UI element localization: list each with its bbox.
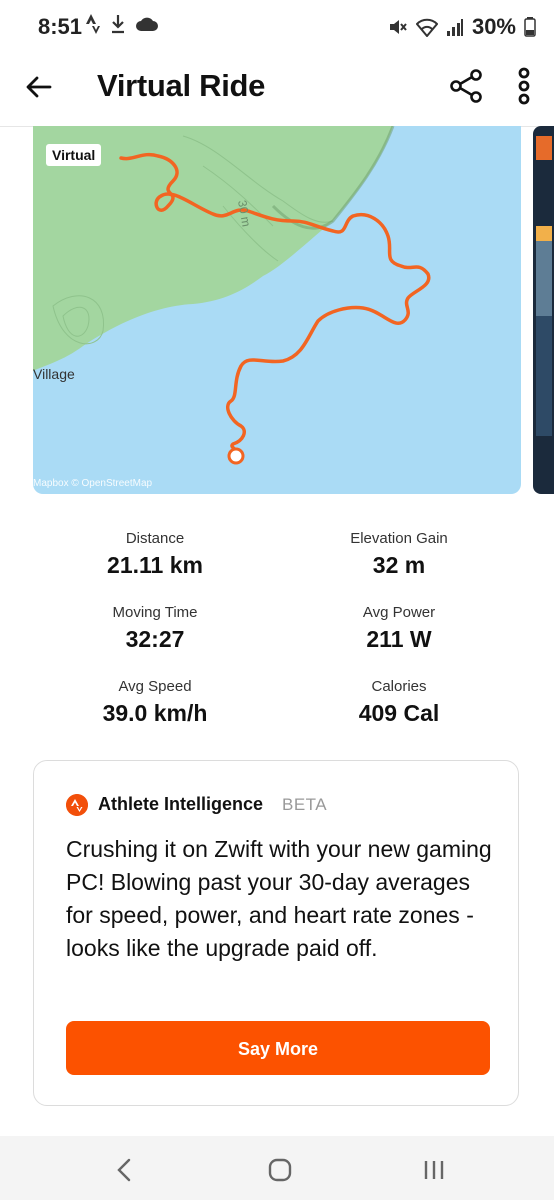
stat-value: 21.11 km [107,552,203,578]
back-arrow-icon[interactable] [22,70,56,104]
mute-icon [389,20,407,34]
stat-label: Elevation Gain [350,530,448,547]
stat-label: Moving Time [112,604,198,621]
stat-label: Avg Power [362,604,436,621]
nav-back-icon[interactable] [104,1156,144,1184]
stat-value: 39.0 km/h [102,700,208,726]
signal-icon [446,19,463,36]
beta-badge: BETA [282,795,328,814]
strava-notification-icon [86,14,100,34]
map-place-label: Village [33,366,75,382]
app-header: Virtual Ride [0,56,554,127]
route-map[interactable]: 30 m Virtual Village Mapbox © OpenStreet… [33,126,521,494]
say-more-button[interactable]: Say More [66,1021,490,1075]
more-vertical-icon[interactable] [512,66,536,106]
page-title: Virtual Ride [97,68,266,103]
ai-card-title: Athlete Intelligence [98,794,264,814]
battery-percent: 30% [471,14,516,39]
map-canvas: 30 m [33,126,521,494]
zwift-screenshot-thumbnail [536,136,552,436]
stat-value: 409 Cal [358,700,440,726]
status-left-icons [86,14,158,34]
stat-label: Avg Speed [118,678,192,695]
stat-label: Calories [371,678,427,695]
status-bar: 8:51 30% [0,0,554,56]
nav-recents-icon[interactable] [414,1156,454,1184]
stat-calories: Calories 409 Cal [274,678,524,727]
stat-elevation-gain: Elevation Gain 32 m [274,530,524,579]
share-icon[interactable] [448,68,484,104]
status-right-icons: 30% [388,14,536,40]
ai-summary-text: Crushing it on Zwift with your new gamin… [66,836,492,961]
stat-value: 211 W [366,626,432,652]
download-icon [112,15,124,34]
next-media-peek[interactable] [533,126,554,494]
stat-distance: Distance 21.11 km [30,530,280,579]
stat-moving-time: Moving Time 32:27 [30,604,280,653]
system-nav-bar [0,1136,554,1200]
stat-avg-power: Avg Power 211 W [274,604,524,653]
map-virtual-tag: Virtual [46,144,102,166]
cloud-icon [136,17,158,31]
stat-label: Distance [125,530,185,547]
map-attribution[interactable]: Mapbox © OpenStreetMap [33,478,152,489]
stat-value: 32 m [372,552,426,578]
status-time: 8:51 [38,14,83,39]
nav-home-icon[interactable] [260,1156,300,1184]
stat-value: 32:27 [125,626,185,652]
athlete-intelligence-card: Athlete Intelligence BETA Crushing it on… [33,760,519,1106]
stat-avg-speed: Avg Speed 39.0 km/h [30,678,280,727]
battery-icon [524,17,536,37]
wifi-icon [415,18,438,37]
athlete-intelligence-icon [66,794,88,816]
